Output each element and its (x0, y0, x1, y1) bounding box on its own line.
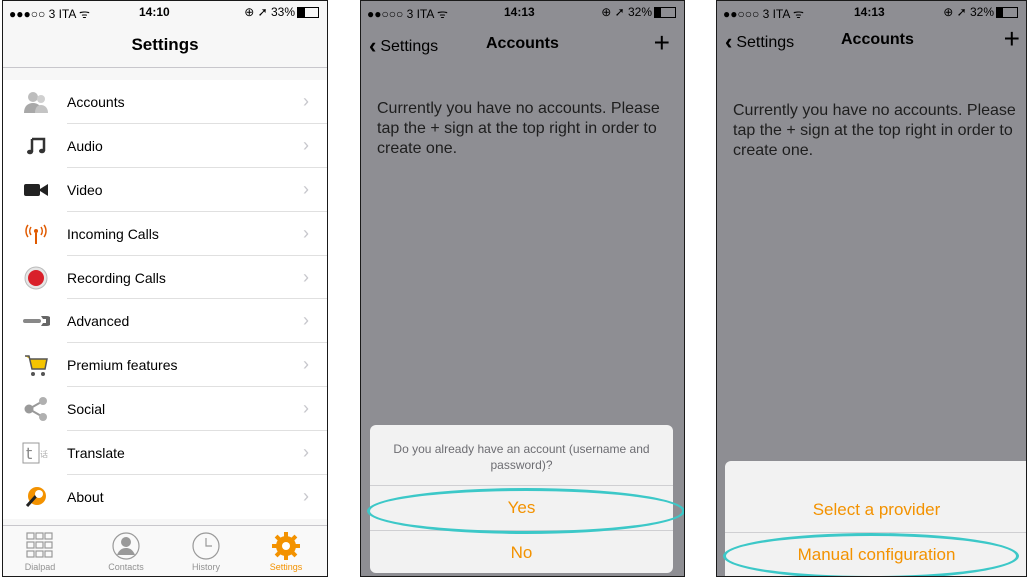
svg-text:t: t (26, 444, 32, 463)
share-icon (22, 395, 50, 423)
clock: 14:13 (854, 5, 885, 19)
battery-indicator: ⊕ ➚ 33% (244, 5, 319, 19)
settings-item-label: Video (67, 181, 103, 198)
tab-label: Contacts (108, 562, 144, 572)
tab-label: History (191, 562, 220, 572)
page-title: Accounts (841, 31, 914, 48)
tab-label: Settings (269, 562, 303, 572)
no-button[interactable]: No (370, 530, 673, 575)
settings-item-social[interactable]: Social › (3, 387, 327, 432)
settings-item-label: Accounts (67, 94, 125, 110)
add-account-button[interactable]: + (654, 27, 670, 59)
chevron-right-icon: › (303, 442, 309, 463)
chevron-right-icon: › (303, 398, 309, 419)
action-sheet: Do you already have an account (username… (370, 425, 673, 573)
accounts-screen-account-question: ●●○○○ 3 ITA ᯤ 14:13 ⊕ ➚ 32% ‹ Settings Ac… (360, 0, 685, 577)
yes-button[interactable]: Yes (370, 486, 673, 530)
clock: 14:10 (139, 5, 170, 19)
back-label: Settings (736, 34, 795, 51)
tab-label: Dialpad (24, 562, 56, 572)
tab-settings[interactable]: Settings (251, 530, 321, 572)
back-button[interactable]: ‹ Settings (725, 29, 794, 55)
nav-bar: ‹ Settings Accounts + (361, 23, 684, 67)
tab-history[interactable]: History (171, 530, 241, 572)
tab-dialpad[interactable]: Dialpad (5, 530, 75, 572)
page-title: Settings (131, 35, 199, 54)
settings-item-label: Social (67, 401, 106, 418)
add-account-button[interactable]: + (1004, 23, 1020, 55)
settings-list: Accounts › Audio › Video › Incoming Call… (3, 80, 327, 519)
settings-item-label: Recording Calls (67, 269, 166, 286)
carrier-label: ●●○○○ 3 ITA ᯤ (367, 7, 448, 21)
clock: 14:13 (504, 5, 535, 19)
battery-icon (297, 7, 319, 19)
back-button[interactable]: ‹ Settings (369, 33, 438, 59)
settings-item-premium-features[interactable]: Premium features › (3, 343, 327, 388)
settings-item-label: About (67, 489, 104, 506)
settings-item-audio[interactable]: Audio › (3, 124, 327, 168)
settings-item-label: Translate (67, 445, 125, 462)
settings-item-about[interactable]: About › (3, 475, 327, 519)
battery-indicator: ⊕ ➚ 32% (943, 5, 1018, 19)
settings-item-label: Premium features (67, 357, 178, 374)
settings-screen: ●●●○○ 3 ITA ᯤ 14:10 ⊕ ➚ 33% Settings Acc… (2, 0, 328, 577)
music-note-icon (22, 132, 50, 160)
accounts-screen-provider-choice: ●●○○○ 3 ITA ᯤ 14:13 ⊕ ➚ 32% ‹ Settings Ac… (716, 0, 1027, 577)
settings-item-video[interactable]: Video › (3, 168, 327, 212)
nav-bar: Settings (3, 23, 327, 68)
chevron-right-icon: › (303, 354, 309, 375)
chevron-right-icon: › (303, 178, 309, 199)
contacts-icon (91, 530, 161, 562)
select-provider-button[interactable]: Select a provider (725, 488, 1026, 532)
chevron-right-icon: › (303, 486, 309, 507)
chevron-right-icon: › (303, 134, 309, 155)
settings-item-label: Audio (67, 137, 103, 154)
chevron-left-icon: ‹ (369, 33, 377, 58)
empty-state-message: Currently you have no accounts. Please t… (377, 100, 660, 157)
translate-icon: t话 (22, 439, 50, 467)
video-camera-icon (22, 176, 50, 204)
settings-item-recording-calls[interactable]: Recording Calls › (3, 256, 327, 300)
battery-label: ⊕ ➚ 32% (943, 5, 994, 19)
chevron-left-icon: ‹ (725, 29, 733, 54)
page-title: Accounts (486, 35, 559, 52)
battery-indicator: ⊕ ➚ 32% (601, 5, 676, 19)
battery-icon (654, 7, 676, 19)
cart-icon (22, 351, 50, 379)
nav-bar: ‹ Settings Accounts + (717, 19, 1026, 63)
chevron-right-icon: › (303, 310, 309, 331)
settings-item-advanced[interactable]: Advanced › (3, 299, 327, 344)
sheet-question: Do you already have an account (username… (370, 425, 673, 486)
status-bar: ●●●○○ 3 ITA ᯤ 14:10 ⊕ ➚ 33% (3, 1, 327, 23)
settings-item-incoming-calls[interactable]: Incoming Calls › (3, 212, 327, 256)
antenna-icon (22, 220, 50, 248)
about-icon (22, 483, 50, 511)
svg-text:话: 话 (40, 449, 48, 459)
tab-contacts[interactable]: Contacts (91, 530, 161, 572)
action-sheet: Select a provider Manual configuration (725, 461, 1026, 576)
accounts-icon (22, 88, 50, 116)
chevron-right-icon: › (303, 222, 309, 243)
back-label: Settings (380, 38, 439, 55)
empty-state-message: Currently you have no accounts. Please t… (733, 102, 1016, 159)
chevron-right-icon: › (303, 266, 309, 287)
tab-bar: Dialpad Contacts History Settings (3, 525, 327, 576)
battery-label: ⊕ ➚ 33% (244, 5, 295, 19)
settings-item-translate[interactable]: t话 Translate › (3, 431, 327, 476)
battery-label: ⊕ ➚ 32% (601, 5, 652, 19)
battery-icon (996, 7, 1018, 19)
chevron-right-icon: › (303, 91, 309, 111)
manual-configuration-button[interactable]: Manual configuration (725, 532, 1026, 576)
clock-icon (171, 530, 241, 562)
settings-item-label: Advanced (67, 313, 130, 330)
record-icon (22, 264, 50, 292)
wrench-icon (22, 307, 50, 335)
dialpad-icon (5, 530, 75, 562)
settings-item-accounts[interactable]: Accounts › (3, 80, 327, 124)
status-bar: ●●○○○ 3 ITA ᯤ 14:13 ⊕ ➚ 32% (361, 1, 684, 23)
carrier-label: ●●●○○ 3 ITA ᯤ (9, 7, 90, 21)
gear-icon (251, 530, 321, 562)
settings-item-label: Incoming Calls (67, 225, 159, 242)
